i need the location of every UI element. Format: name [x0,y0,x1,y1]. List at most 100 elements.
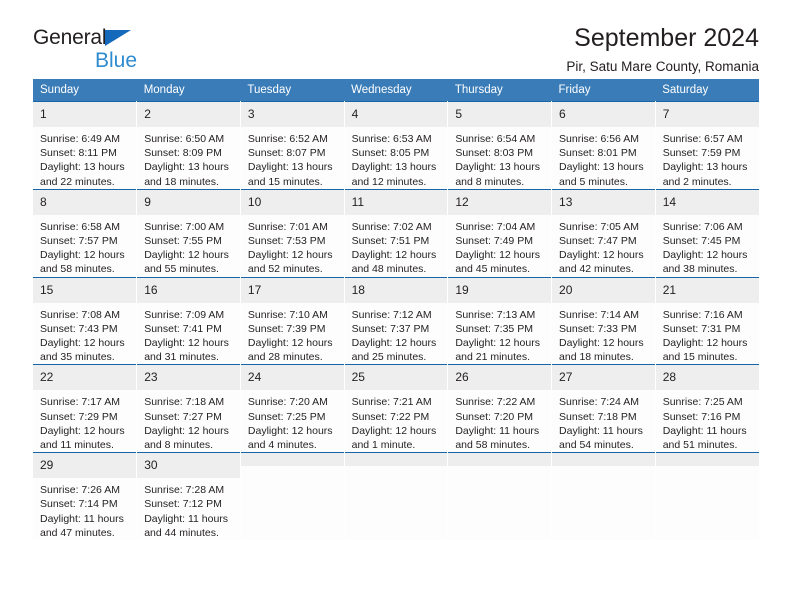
calendar-day-cell[interactable]: 4 Sunrise: 6:53 AM Sunset: 8:05 PM Daylight… [344,101,449,190]
calendar-day-cell[interactable]: 5 Sunrise: 6:54 AM Sunset: 8:03 PM Daylight… [447,101,553,190]
day-info: Sunrise: 7:13 AM Sunset: 7:35 PM Daylight:… [448,303,551,365]
calendar-day-cell[interactable]: 16 Sunrise: 7:09 AM Sunset: 7:41 PM Dayligh… [136,276,241,365]
calendar-day-cell[interactable]: 3 Sunrise: 6:52 AM Sunset: 8:07 PM Daylight… [240,101,345,190]
calendar-day-cell[interactable]: 13 Sunrise: 7:05 AM Sunset: 7:47 PM Dayligh… [551,188,656,278]
daylight-text-line1: Daylight: 13 hours [455,161,540,174]
day-number [552,453,655,467]
day-info: Sunrise: 6:49 AM Sunset: 8:11 PM Daylight:… [33,127,136,189]
daylight-text-line2: and 58 minutes. [40,263,115,276]
sunrise-text: Sunrise: 6:49 AM [40,133,120,145]
daylight-text-line1: Daylight: 13 hours [662,161,748,174]
day-number: 11 [344,189,448,215]
daylight-text-line2: and 1 minute. [351,439,416,452]
daylight-text-line1: Daylight: 11 hours [40,512,124,525]
daylight-text-line2: and 4 minutes. [247,439,317,452]
sunrise-text: Sunrise: 7:10 AM [247,308,328,321]
calendar-day-cell[interactable]: 24 Sunrise: 7:20 AM Sunset: 7:25 PM Dayligh… [240,364,345,453]
day-number: 7 [655,102,759,127]
daylight-text-line1: Daylight: 12 hours [40,249,125,262]
calendar-cell-empty [447,452,553,541]
day-info: Sunrise: 7:08 AM Sunset: 7:43 PM Daylight:… [33,303,136,365]
calendar-day-cell[interactable]: 25 Sunrise: 7:21 AM Sunset: 7:22 PM Dayligh… [344,364,449,453]
brand-logo: General Blue [33,27,137,71]
day-info: Sunrise: 7:02 AM Sunset: 7:51 PM Daylight:… [345,215,448,277]
sunrise-text: Sunrise: 7:08 AM [40,308,120,321]
calendar-day-cell[interactable]: 6 Sunrise: 6:56 AM Sunset: 8:01 PM Daylight… [551,101,656,190]
day-number: 12 [448,189,552,215]
calendar-cell-empty [240,452,345,541]
sunrise-text: Sunrise: 7:26 AM [40,484,120,497]
daylight-text-line2: and 54 minutes. [559,439,634,452]
sunrise-text: Sunrise: 7:05 AM [559,220,639,233]
calendar-cell-empty [344,452,449,541]
sunrise-text: Sunrise: 7:25 AM [662,396,743,409]
day-number: 16 [137,277,240,303]
daylight-text-line1: Daylight: 13 hours [144,161,229,174]
calendar-day-cell[interactable]: 15 Sunrise: 7:08 AM Sunset: 7:43 PM Dayligh… [33,276,138,365]
calendar-day-cell[interactable]: 26 Sunrise: 7:22 AM Sunset: 7:20 PM Dayligh… [447,364,553,453]
daylight-text-line1: Daylight: 13 hours [559,161,644,174]
calendar-day-cell[interactable]: 8 Sunrise: 6:58 AM Sunset: 7:57 PM Daylight… [33,188,138,278]
day-number: 28 [655,365,759,391]
calendar-day-cell[interactable]: 18 Sunrise: 7:12 AM Sunset: 7:37 PM Dayligh… [344,276,449,365]
sunrise-text: Sunrise: 6:58 AM [40,220,120,233]
calendar-day-cell[interactable]: 27 Sunrise: 7:24 AM Sunset: 7:18 PM Dayligh… [551,364,656,453]
calendar-day-cell[interactable]: 19 Sunrise: 7:13 AM Sunset: 7:35 PM Dayligh… [447,276,553,365]
weekday-header-saturday: Saturday [655,79,759,102]
daylight-text-line2: and 12 minutes. [351,175,427,188]
calendar-day-cell[interactable]: 30 Sunrise: 7:28 AM Sunset: 7:12 PM Dayligh… [136,452,241,541]
sunset-text: Sunset: 7:20 PM [455,410,533,423]
daylight-text-line2: and 58 minutes. [455,439,531,452]
calendar-day-cell[interactable]: 12 Sunrise: 7:04 AM Sunset: 7:49 PM Dayligh… [447,188,553,278]
sunset-text: Sunset: 7:31 PM [662,322,741,335]
calendar-day-cell[interactable]: 23 Sunrise: 7:18 AM Sunset: 7:27 PM Dayligh… [136,364,241,453]
daylight-text-line2: and 47 minutes. [40,526,115,539]
daylight-text-line2: and 31 minutes. [144,351,219,364]
daylight-text-line2: and 15 minutes. [247,175,323,188]
calendar-day-cell[interactable]: 9 Sunrise: 7:00 AM Sunset: 7:55 PM Daylight… [136,188,241,278]
sunset-text: Sunset: 8:03 PM [455,147,533,160]
sunrise-text: Sunrise: 7:01 AM [247,220,328,233]
daylight-text-line2: and 38 minutes. [662,263,738,276]
calendar-day-cell[interactable]: 29 Sunrise: 7:26 AM Sunset: 7:14 PM Dayligh… [33,452,138,541]
daylight-text-line1: Daylight: 12 hours [351,424,437,437]
calendar-day-cell[interactable]: 22 Sunrise: 7:17 AM Sunset: 7:29 PM Dayligh… [33,364,138,453]
daylight-text-line1: Daylight: 12 hours [559,337,644,350]
calendar-day-cell[interactable]: 21 Sunrise: 7:16 AM Sunset: 7:31 PM Dayligh… [655,276,759,365]
daylight-text-line1: Daylight: 12 hours [247,249,333,262]
calendar-day-cell[interactable]: 28 Sunrise: 7:25 AM Sunset: 7:16 PM Dayligh… [655,364,759,453]
daylight-text-line2: and 45 minutes. [455,263,531,276]
sunrise-text: Sunrise: 7:24 AM [559,396,639,409]
calendar-day-cell[interactable]: 20 Sunrise: 7:14 AM Sunset: 7:33 PM Dayligh… [551,276,656,365]
calendar-header-row: Sunday Monday Tuesday Wednesday Thursday Frid… [33,79,759,102]
day-info: Sunrise: 7:21 AM Sunset: 7:22 PM Daylight:… [345,390,448,452]
calendar-day-cell[interactable]: 17 Sunrise: 7:10 AM Sunset: 7:39 PM Dayligh… [240,276,345,365]
day-info: Sunrise: 7:06 AM Sunset: 7:45 PM Daylight:… [656,215,759,277]
daylight-text-line1: Daylight: 12 hours [351,337,437,350]
calendar-day-cell[interactable]: 7 Sunrise: 6:57 AM Sunset: 7:59 PM Daylight… [655,101,759,190]
day-number: 29 [33,453,137,479]
daylight-text-line1: Daylight: 12 hours [144,249,229,262]
sunrise-text: Sunrise: 7:22 AM [455,396,536,409]
day-info: Sunrise: 7:01 AM Sunset: 7:53 PM Daylight:… [241,215,344,277]
day-number: 23 [137,365,240,391]
calendar-day-cell[interactable]: 14 Sunrise: 7:06 AM Sunset: 7:45 PM Dayligh… [655,188,759,278]
day-number [448,453,552,467]
calendar-day-cell[interactable]: 10 Sunrise: 7:01 AM Sunset: 7:53 PM Dayligh… [240,188,345,278]
daylight-text-line1: Daylight: 11 hours [144,512,229,525]
sunset-text: Sunset: 8:05 PM [351,147,430,160]
day-number: 21 [655,277,759,303]
sunset-text: Sunset: 7:33 PM [559,322,637,335]
calendar-day-cell[interactable]: 2 Sunrise: 6:50 AM Sunset: 8:09 PM Daylight… [136,101,241,190]
calendar-week-row: 15 Sunrise: 7:08 AM Sunset: 7:43 PM Dayligh… [33,276,759,365]
daylight-text-line1: Daylight: 13 hours [247,161,333,174]
calendar-day-cell[interactable]: 11 Sunrise: 7:02 AM Sunset: 7:51 PM Dayligh… [344,188,449,278]
sunset-text: Sunset: 7:49 PM [455,235,533,248]
triangle-icon [105,30,131,46]
calendar-day-cell[interactable]: 1 Sunrise: 6:49 AM Sunset: 8:11 PM Daylight… [33,101,138,190]
day-number: 18 [344,277,448,303]
page-header: General Blue September 2024 Pir, Satu Ma… [33,0,759,74]
calendar-cell-empty [551,452,656,541]
day-info: Sunrise: 7:10 AM Sunset: 7:39 PM Daylight:… [241,303,344,365]
day-info: Sunrise: 7:22 AM Sunset: 7:20 PM Daylight:… [448,390,551,452]
